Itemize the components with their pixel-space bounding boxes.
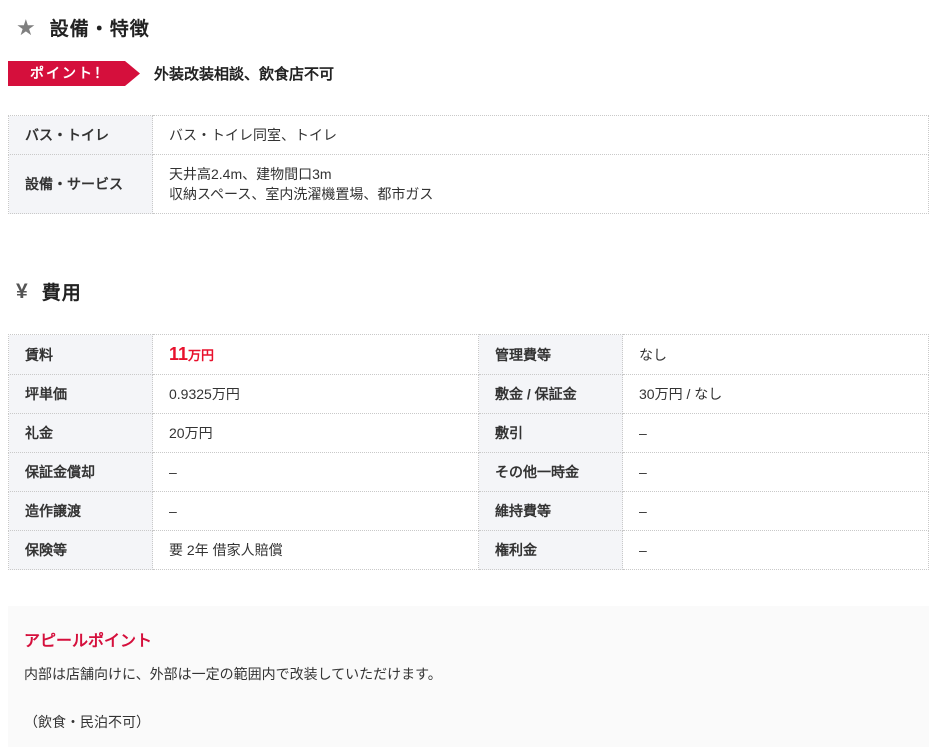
row-label: 礼金: [9, 414, 153, 453]
row-label: 設備・サービス: [9, 155, 153, 214]
row-value: –: [153, 492, 479, 531]
appeal-line: 内部は店舗向けに、外部は一定の範囲内で改装していただけます。: [24, 665, 913, 685]
rent-unit: 万円: [188, 348, 214, 363]
row-label: 管理費等: [479, 335, 623, 375]
rent-amount: 11: [169, 344, 188, 364]
appeal-line: （飲食・民泊不可）: [24, 713, 913, 733]
cost-section-title: 費用: [42, 278, 82, 305]
row-value: 20万円: [153, 414, 479, 453]
point-row: ポイント！ 外装改装相談、飲食店不可: [8, 61, 929, 86]
row-label: バス・トイレ: [9, 116, 153, 155]
row-value: –: [623, 531, 929, 570]
features-section-header: ★ 設備・特徴: [0, 0, 929, 41]
row-label: 敷引: [479, 414, 623, 453]
row-value: 天井高2.4m、建物間口3m 収納スペース、室内洗濯機置場、都市ガス: [153, 155, 929, 214]
row-value: 0.9325万円: [153, 375, 479, 414]
table-row: バス・トイレ バス・トイレ同室、トイレ: [9, 116, 929, 155]
point-text: 外装改装相談、飲食店不可: [154, 63, 334, 84]
cost-table: 賃料 11万円 管理費等 なし 坪単価 0.9325万円 敷金 / 保証金 30…: [8, 334, 929, 570]
yen-icon: ¥: [16, 281, 28, 302]
table-row: 造作譲渡 – 維持費等 –: [9, 492, 929, 531]
appeal-section: アピールポイント 内部は店舗向けに、外部は一定の範囲内で改装していただけます。 …: [8, 606, 929, 747]
table-row: 保証金償却 – その他一時金 –: [9, 453, 929, 492]
row-label: 保険等: [9, 531, 153, 570]
row-label: 坪単価: [9, 375, 153, 414]
property-detail-page: ★ 設備・特徴 ポイント！ 外装改装相談、飲食店不可 バス・トイレ バス・トイレ…: [0, 0, 929, 747]
table-row: 坪単価 0.9325万円 敷金 / 保証金 30万円 / なし: [9, 375, 929, 414]
row-value: –: [623, 453, 929, 492]
table-row: 礼金 20万円 敷引 –: [9, 414, 929, 453]
row-label: 賃料: [9, 335, 153, 375]
row-label: 権利金: [479, 531, 623, 570]
row-value: 30万円 / なし: [623, 375, 929, 414]
cost-section-header: ¥ 費用: [0, 264, 929, 305]
features-section-title: 設備・特徴: [50, 14, 150, 41]
row-value: –: [623, 492, 929, 531]
table-row: 保険等 要 2年 借家人賠償 権利金 –: [9, 531, 929, 570]
rent-value: 11万円: [153, 335, 479, 375]
row-value: –: [623, 414, 929, 453]
table-row: 賃料 11万円 管理費等 なし: [9, 335, 929, 375]
star-icon: ★: [16, 17, 36, 39]
row-value: 要 2年 借家人賠償: [153, 531, 479, 570]
row-label: その他一時金: [479, 453, 623, 492]
row-value-line: 収納スペース、室内洗濯機置場、都市ガス: [169, 184, 912, 204]
row-label: 造作譲渡: [9, 492, 153, 531]
row-value-line: 天井高2.4m、建物間口3m: [169, 164, 912, 184]
row-label: 維持費等: [479, 492, 623, 531]
row-value: –: [153, 453, 479, 492]
row-value: バス・トイレ同室、トイレ: [153, 116, 929, 155]
cost-section: ¥ 費用 賃料 11万円 管理費等 なし 坪単価 0.9325万円 敷金 / 保…: [0, 264, 929, 570]
row-label: 保証金償却: [9, 453, 153, 492]
row-label: 敷金 / 保証金: [479, 375, 623, 414]
row-value: なし: [623, 335, 929, 375]
table-row: 設備・サービス 天井高2.4m、建物間口3m 収納スペース、室内洗濯機置場、都市…: [9, 155, 929, 214]
features-table: バス・トイレ バス・トイレ同室、トイレ 設備・サービス 天井高2.4m、建物間口…: [8, 115, 929, 214]
point-badge: ポイント！: [8, 61, 140, 86]
appeal-title: アピールポイント: [24, 627, 913, 651]
